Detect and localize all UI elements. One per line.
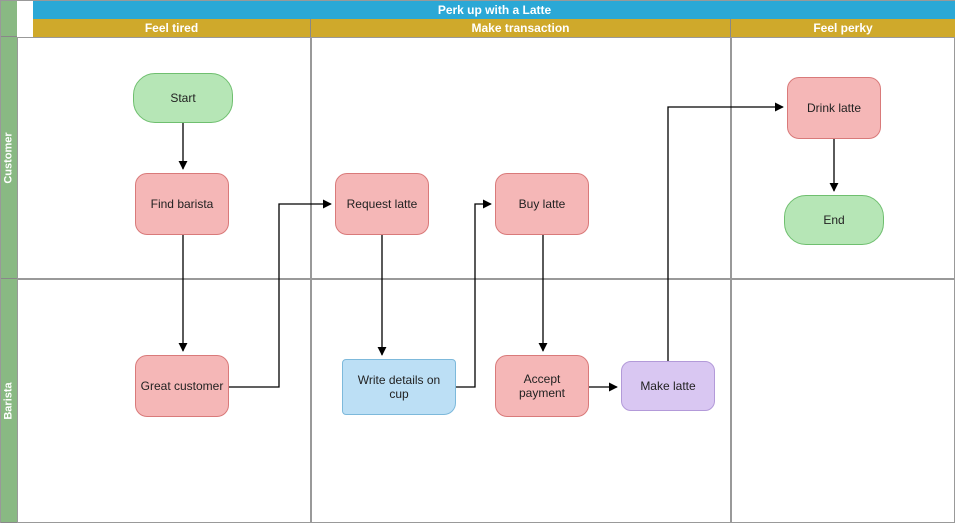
node-request-latte[interactable]: Request latte <box>335 173 429 235</box>
diagram-title: Perk up with a Latte <box>33 1 955 19</box>
node-great-customer[interactable]: Great customer <box>135 355 229 417</box>
phase-feel-tired: Feel tired <box>33 19 311 37</box>
edge-write-buy <box>456 204 491 387</box>
cell <box>731 279 955 523</box>
edge-make-drink <box>668 107 783 361</box>
phase-feel-perky: Feel perky <box>731 19 955 37</box>
lane-customer: Customer <box>1 37 17 279</box>
node-find-barista[interactable]: Find barista <box>135 173 229 235</box>
swimlane-diagram: Perk up with a Latte Feel tired Make tra… <box>0 0 955 523</box>
node-drink-latte[interactable]: Drink latte <box>787 77 881 139</box>
node-make-latte[interactable]: Make latte <box>621 361 715 411</box>
phase-make-transaction: Make transaction <box>311 19 731 37</box>
node-end[interactable]: End <box>784 195 884 245</box>
cell <box>311 37 731 279</box>
node-accept-payment[interactable]: Accept payment <box>495 355 589 417</box>
lane-barista: Barista <box>1 279 17 523</box>
edge-great-request <box>229 204 331 387</box>
lane-corner <box>1 1 17 37</box>
node-start[interactable]: Start <box>133 73 233 123</box>
node-buy-latte[interactable]: Buy latte <box>495 173 589 235</box>
node-write-details[interactable]: Write details on cup <box>342 359 456 415</box>
